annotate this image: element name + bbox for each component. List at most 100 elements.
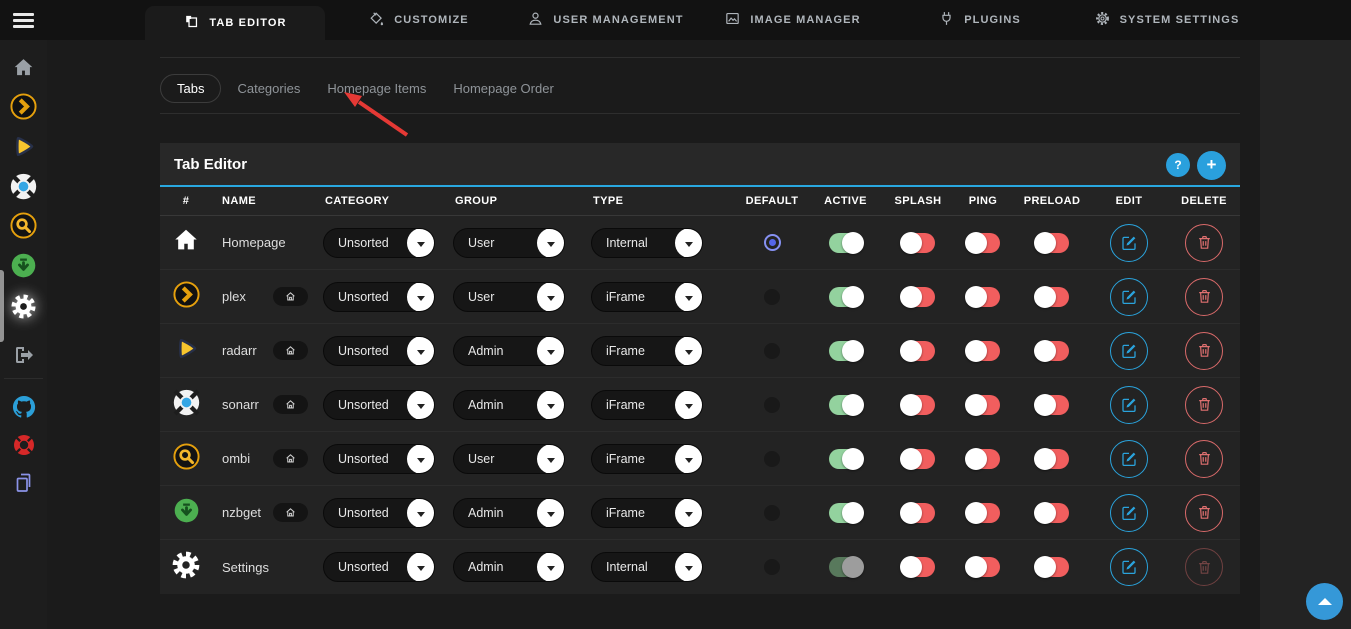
splash-toggle[interactable] xyxy=(902,557,935,577)
edit-button[interactable] xyxy=(1110,332,1148,370)
type-select[interactable]: iFrame xyxy=(591,336,703,366)
sidebar-item-plex[interactable] xyxy=(0,87,47,125)
add-tab-button[interactable]: + xyxy=(1197,151,1226,180)
active-toggle[interactable] xyxy=(829,233,862,253)
type-select[interactable]: iFrame xyxy=(591,444,703,474)
help-button[interactable]: ? xyxy=(1166,153,1190,177)
subtab-homepage-order[interactable]: Homepage Order xyxy=(453,81,553,96)
category-select[interactable]: Unsorted xyxy=(323,282,435,312)
chevron-down-icon xyxy=(417,350,425,355)
scroll-to-top-button[interactable] xyxy=(1306,583,1343,620)
sidebar-divider xyxy=(4,378,43,379)
preload-toggle[interactable] xyxy=(1036,287,1069,307)
default-radio[interactable] xyxy=(764,559,780,575)
group-select[interactable]: Admin xyxy=(453,498,565,528)
subtab-tabs[interactable]: Tabs xyxy=(160,74,221,103)
subtab-homepage-items[interactable]: Homepage Items xyxy=(327,81,426,96)
group-select[interactable]: Admin xyxy=(453,336,565,366)
delete-button[interactable] xyxy=(1185,494,1223,532)
sidebar-item-sonarr[interactable] xyxy=(0,167,47,205)
sidebar-item-nzbget[interactable] xyxy=(0,246,47,284)
ping-toggle[interactable] xyxy=(967,557,1000,577)
category-select[interactable]: Unsorted xyxy=(323,390,435,420)
preload-toggle[interactable] xyxy=(1036,449,1069,469)
delete-button[interactable] xyxy=(1185,386,1223,424)
preload-toggle[interactable] xyxy=(1036,503,1069,523)
ping-toggle[interactable] xyxy=(967,449,1000,469)
default-radio[interactable] xyxy=(764,397,780,413)
ping-toggle[interactable] xyxy=(967,341,1000,361)
nav-tab-plugins[interactable]: PLUGINS xyxy=(886,0,1073,40)
type-select[interactable]: Internal xyxy=(591,228,703,258)
nav-tab-tab-editor[interactable]: TAB EDITOR xyxy=(145,6,325,40)
active-toggle[interactable] xyxy=(829,449,862,469)
category-select[interactable]: Unsorted xyxy=(323,336,435,366)
default-radio[interactable] xyxy=(764,289,780,305)
preload-toggle[interactable] xyxy=(1036,233,1069,253)
delete-button[interactable] xyxy=(1185,548,1223,586)
splash-toggle[interactable] xyxy=(902,503,935,523)
hamburger-icon[interactable] xyxy=(13,13,34,28)
splash-toggle[interactable] xyxy=(902,233,935,253)
ping-toggle[interactable] xyxy=(967,287,1000,307)
ping-toggle[interactable] xyxy=(967,233,1000,253)
subtab-categories[interactable]: Categories xyxy=(237,81,300,96)
type-select[interactable]: iFrame xyxy=(591,390,703,420)
sidebar-item-docs[interactable] xyxy=(0,464,47,502)
edit-button[interactable] xyxy=(1110,224,1148,262)
splash-toggle[interactable] xyxy=(902,449,935,469)
category-select[interactable]: Unsorted xyxy=(323,444,435,474)
sidebar-item-settings[interactable] xyxy=(0,287,47,325)
delete-button[interactable] xyxy=(1185,440,1223,478)
splash-toggle[interactable] xyxy=(902,287,935,307)
nav-tab-system-settings[interactable]: SYSTEM SETTINGS xyxy=(1073,0,1260,40)
preload-toggle[interactable] xyxy=(1036,341,1069,361)
chevron-down-icon xyxy=(685,350,693,355)
delete-button[interactable] xyxy=(1185,278,1223,316)
splash-toggle[interactable] xyxy=(902,395,935,415)
splash-toggle[interactable] xyxy=(902,341,935,361)
group-select[interactable]: Admin xyxy=(453,552,565,582)
preload-toggle[interactable] xyxy=(1036,557,1069,577)
active-toggle[interactable] xyxy=(829,557,862,577)
type-select[interactable]: iFrame xyxy=(591,282,703,312)
sidebar-item-home[interactable] xyxy=(0,48,47,86)
ping-toggle[interactable] xyxy=(967,395,1000,415)
edit-button[interactable] xyxy=(1110,494,1148,532)
sidebar-item-radarr[interactable] xyxy=(0,127,47,165)
type-select[interactable]: Internal xyxy=(591,552,703,582)
group-select[interactable]: User xyxy=(453,444,565,474)
edit-button[interactable] xyxy=(1110,440,1148,478)
group-select[interactable]: User xyxy=(453,228,565,258)
sidebar-item-ombi[interactable] xyxy=(0,206,47,244)
active-toggle[interactable] xyxy=(829,503,862,523)
active-toggle[interactable] xyxy=(829,341,862,361)
default-radio[interactable] xyxy=(764,505,780,521)
edit-button[interactable] xyxy=(1110,386,1148,424)
default-radio[interactable] xyxy=(764,343,780,359)
edit-button[interactable] xyxy=(1110,548,1148,586)
delete-button[interactable] xyxy=(1185,224,1223,262)
category-select[interactable]: Unsorted xyxy=(323,228,435,258)
group-select[interactable]: Admin xyxy=(453,390,565,420)
active-toggle[interactable] xyxy=(829,395,862,415)
nav-tab-customize[interactable]: CUSTOMIZE xyxy=(325,0,512,40)
group-select[interactable]: User xyxy=(453,282,565,312)
sidebar-item-support[interactable] xyxy=(0,426,47,464)
ping-toggle[interactable] xyxy=(967,503,1000,523)
category-select[interactable]: Unsorted xyxy=(323,552,435,582)
sidebar-item-logout[interactable] xyxy=(0,336,47,374)
default-radio[interactable] xyxy=(764,234,781,251)
homepage-badge xyxy=(273,287,308,306)
category-select[interactable]: Unsorted xyxy=(323,498,435,528)
edit-button[interactable] xyxy=(1110,278,1148,316)
preload-toggle[interactable] xyxy=(1036,395,1069,415)
active-toggle[interactable] xyxy=(829,287,862,307)
nav-tab-image-manager[interactable]: IMAGE MANAGER xyxy=(699,0,886,40)
type-select[interactable]: iFrame xyxy=(591,498,703,528)
default-radio[interactable] xyxy=(764,451,780,467)
chevron-up-icon xyxy=(1318,598,1332,605)
nav-tab-user-management[interactable]: USER MANAGEMENT xyxy=(512,0,699,40)
sidebar-item-github[interactable] xyxy=(0,388,47,426)
delete-button[interactable] xyxy=(1185,332,1223,370)
